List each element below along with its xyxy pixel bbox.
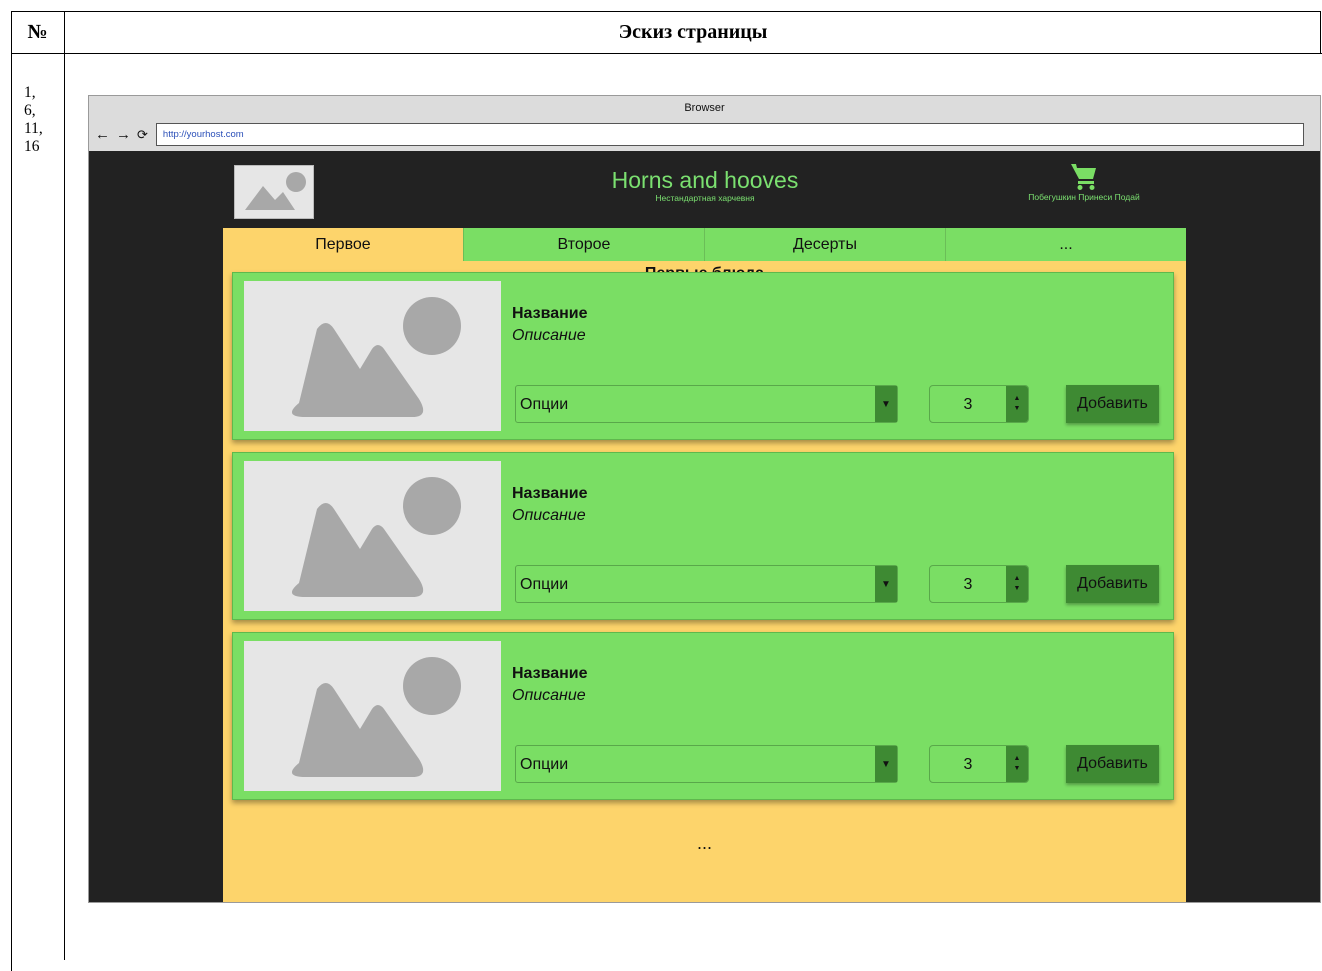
quantity-value: 3: [963, 396, 973, 413]
browser-title: Browser: [684, 102, 725, 114]
quantity-stepper[interactable]: 3 ▲ ▼: [929, 745, 1029, 783]
dropdown-arrow-icon[interactable]: ▼: [875, 386, 897, 422]
dish-image-placeholder: [244, 641, 501, 791]
brand-subtitle: Нестандартная харчевня: [655, 193, 755, 203]
quantity-stepper[interactable]: 3 ▲ ▼: [929, 385, 1029, 423]
add-button[interactable]: Добавить: [1066, 745, 1159, 783]
tab-desserts[interactable]: Десерты: [704, 228, 945, 261]
dish-card: Название Описание Опции ▼ 3 ▲ ▼ Добавить: [232, 452, 1174, 620]
forward-arrow-icon[interactable]: →: [116, 127, 131, 142]
dropdown-arrow-icon[interactable]: ▼: [875, 566, 897, 602]
browser-window: Browser ← → ⟳ http://yourhost.com Horns …: [88, 95, 1321, 903]
tab-more[interactable]: ...: [945, 228, 1186, 261]
image-placeholder-icon: [245, 172, 306, 210]
cart[interactable]: Побегушкин Принеси Подай: [1004, 161, 1164, 202]
logo-image-placeholder[interactable]: [234, 165, 314, 219]
dish-name: Название: [512, 305, 588, 322]
tab-first[interactable]: Первое: [223, 228, 463, 261]
image-placeholder-icon: [291, 657, 461, 777]
row-numbers: 1, 6, 11, 16: [24, 84, 43, 156]
reload-icon[interactable]: ⟳: [137, 128, 148, 141]
back-arrow-icon[interactable]: ←: [95, 127, 110, 142]
url-text: http://yourhost.com: [162, 129, 244, 140]
browser-navbar: ← → ⟳ http://yourhost.com: [89, 120, 1320, 149]
dropdown-arrow-icon[interactable]: ▼: [875, 746, 897, 782]
options-select-value: Опции: [520, 756, 569, 773]
brand[interactable]: Horns and hooves Нестандартная харчевня: [559, 167, 851, 203]
column-number-header: №: [27, 21, 48, 43]
options-select-value: Опции: [520, 396, 569, 413]
image-placeholder-icon: [291, 477, 461, 597]
quantity-stepper[interactable]: 3 ▲ ▼: [929, 565, 1029, 603]
options-select-value: Опции: [520, 576, 569, 593]
cart-icon: [1071, 164, 1096, 190]
dish-name: Название: [512, 485, 588, 502]
spinner-icon[interactable]: ▲ ▼: [1006, 566, 1028, 602]
row-number: 16: [24, 138, 40, 155]
cart-label: Побегушкин Принеси Подай: [1028, 192, 1140, 202]
row-number: 1,: [24, 84, 36, 101]
quantity-value: 3: [963, 756, 973, 773]
add-button[interactable]: Добавить: [1066, 565, 1159, 603]
options-select[interactable]: Опции ▼: [515, 385, 898, 423]
more-indicator[interactable]: ...: [223, 833, 1186, 854]
dish-description: Описание: [512, 687, 586, 704]
brand-name: Horns and hooves: [611, 167, 799, 193]
address-bar[interactable]: http://yourhost.com: [155, 123, 1304, 146]
options-select[interactable]: Опции ▼: [515, 565, 898, 603]
category-tabs: Первое Второе Десерты ...: [223, 228, 1186, 261]
column-title-header: Эскиз страницы: [618, 21, 768, 43]
spinner-icon[interactable]: ▲ ▼: [1006, 746, 1028, 782]
row-number: 6,: [24, 102, 36, 119]
dish-card: Название Описание Опции ▼ 3 ▲ ▼ Добавить: [232, 272, 1174, 440]
spinner-icon[interactable]: ▲ ▼: [1006, 386, 1028, 422]
menu-panel: Первое Второе Десерты ... Первые блюда Н…: [223, 228, 1186, 902]
dish-image-placeholder: [244, 281, 501, 431]
column-divider: [64, 11, 65, 960]
quantity-value: 3: [963, 576, 973, 593]
image-placeholder-icon: [291, 297, 461, 417]
dish-image-placeholder: [244, 461, 501, 611]
page-viewport: Horns and hooves Нестандартная харчевня …: [89, 151, 1320, 902]
dish-card: Название Описание Опции ▼ 3 ▲ ▼ Добавить: [232, 632, 1174, 800]
row-number: 11,: [24, 120, 43, 137]
options-select[interactable]: Опции ▼: [515, 745, 898, 783]
tab-second[interactable]: Второе: [463, 228, 704, 261]
dish-description: Описание: [512, 327, 586, 344]
add-button[interactable]: Добавить: [1066, 385, 1159, 423]
dish-name: Название: [512, 665, 588, 682]
dish-description: Описание: [512, 507, 586, 524]
